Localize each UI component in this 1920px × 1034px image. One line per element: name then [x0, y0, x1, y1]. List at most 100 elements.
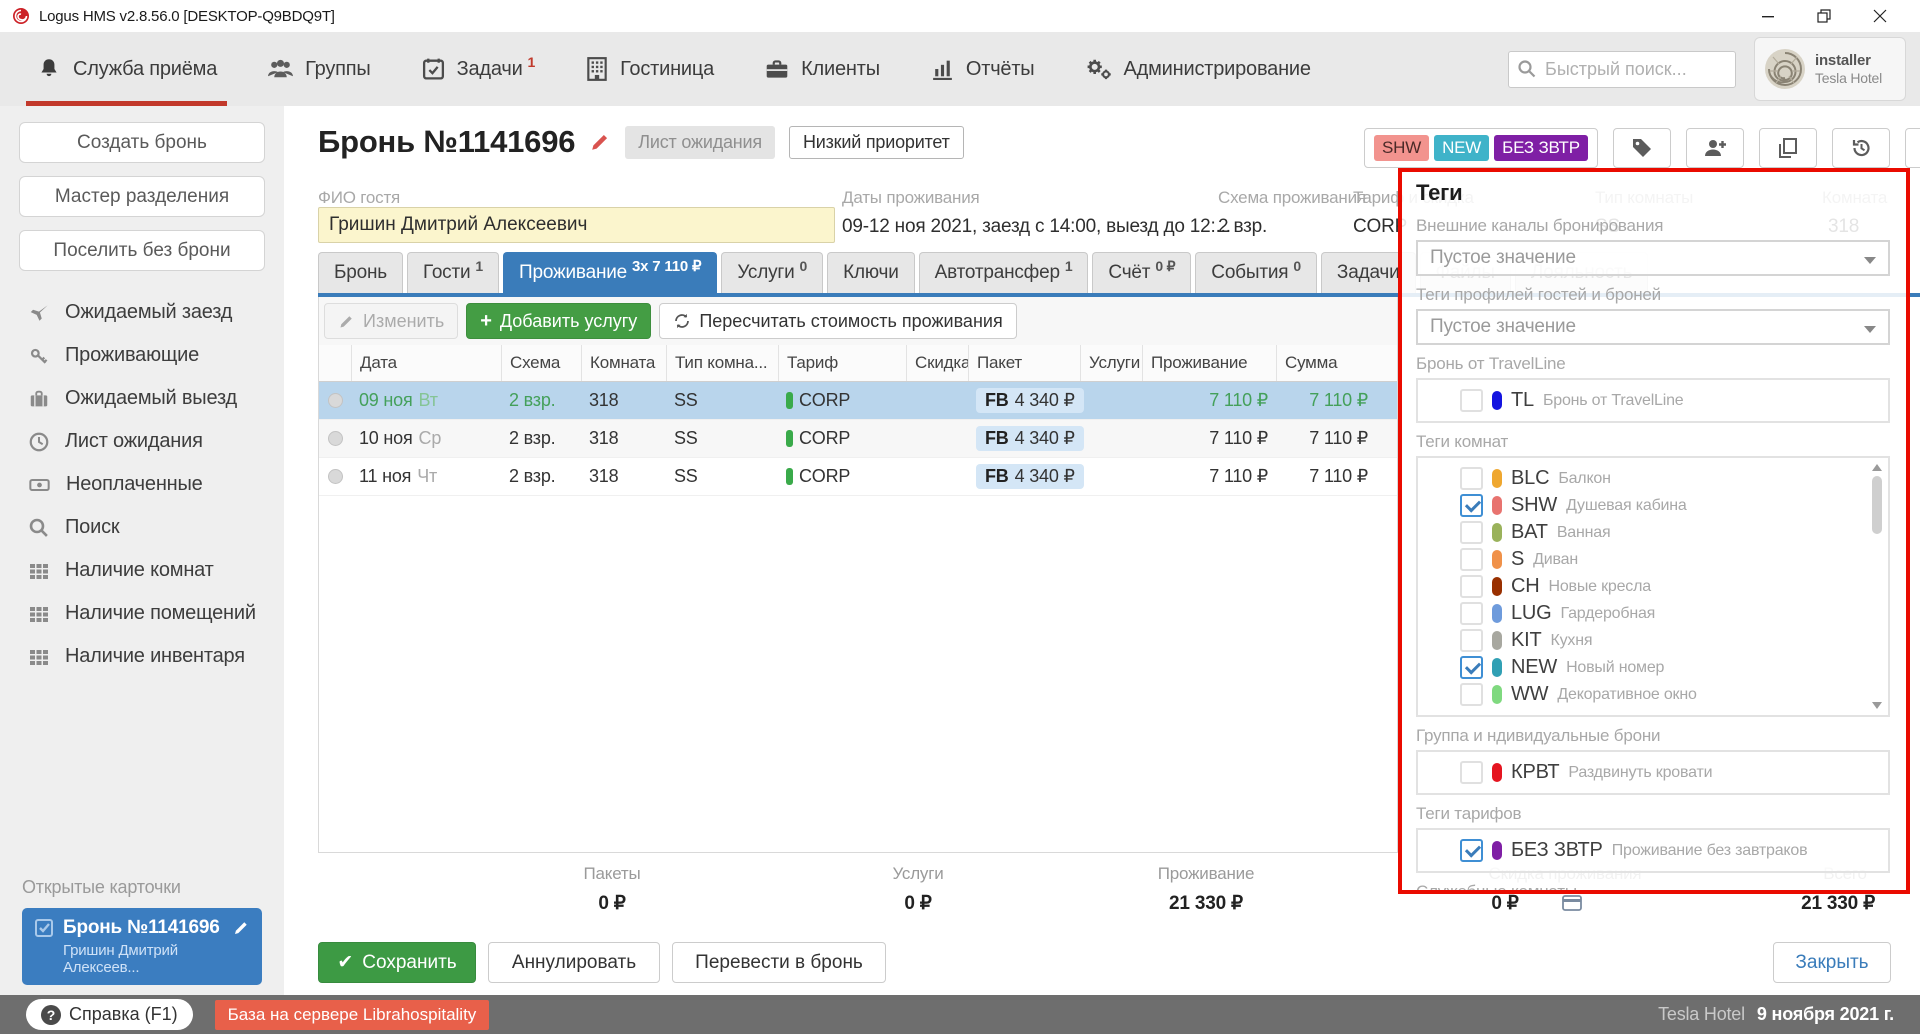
checkbox[interactable]	[1460, 683, 1483, 706]
sidebar-menu: Ожидаемый заезд Проживающие Ожидаемый вы…	[0, 291, 284, 678]
checkin-without-booking-button[interactable]: Поселить без брони	[19, 230, 265, 271]
sidebar-item-expected-arrival[interactable]: Ожидаемый заезд	[0, 291, 284, 334]
sidebar-item-unpaid[interactable]: Неоплаченные	[0, 463, 284, 506]
row-radio[interactable]	[328, 469, 343, 484]
nav-groups[interactable]: Группы	[261, 32, 376, 106]
tag-option-row[interactable]: KIT Кухня	[1418, 627, 1888, 654]
external-channels-select[interactable]: Пустое значение	[1416, 240, 1890, 276]
sidebar-item-room-availability[interactable]: Наличие комнат	[0, 549, 284, 592]
close-panel-button[interactable]: Закрыть	[1773, 942, 1891, 983]
checkbox[interactable]	[1460, 761, 1483, 784]
tag-option-row[interactable]: БЕЗ ЗВТР Проживание без завтраков	[1418, 837, 1888, 864]
copy-booking-button[interactable]	[1759, 128, 1817, 168]
checkbox[interactable]	[1460, 575, 1483, 598]
discount-card-icon[interactable]	[1562, 895, 1582, 911]
tab-events[interactable]: События0	[1195, 252, 1317, 293]
checkbox[interactable]	[1460, 629, 1483, 652]
tab-invoice[interactable]: Счёт0 ₽	[1092, 252, 1191, 293]
col-header[interactable]: Комната	[581, 345, 666, 381]
history-button[interactable]	[1832, 128, 1890, 168]
db-server-button[interactable]: База на сервере Librahospitality	[215, 1000, 490, 1030]
nav-hotel[interactable]: Гостиница	[579, 32, 720, 106]
col-header[interactable]: Сумма	[1276, 345, 1376, 381]
nav-reports[interactable]: Отчёты	[924, 32, 1041, 106]
tag-option-row[interactable]: CH Новые кресла	[1418, 573, 1888, 600]
sidebar-item-inventory-availability[interactable]: Наличие инвентаря	[0, 635, 284, 678]
tab-booking[interactable]: Бронь	[318, 252, 403, 293]
tab-transfer[interactable]: Автотрансфер1	[919, 252, 1089, 293]
add-guest-button[interactable]	[1686, 128, 1744, 168]
create-booking-button[interactable]: Создать бронь	[19, 122, 265, 163]
convert-to-booking-button[interactable]: Перевести в бронь	[672, 942, 886, 983]
sidebar-item-in-house[interactable]: Проживающие	[0, 334, 284, 377]
checkbox[interactable]	[1460, 494, 1483, 517]
tag-option-row[interactable]: NEW Новый номер	[1418, 654, 1888, 681]
sidebar-item-space-availability[interactable]: Наличие помещений	[0, 592, 284, 635]
restore-button[interactable]	[1816, 8, 1832, 24]
row-radio[interactable]	[328, 431, 343, 446]
tag-option-row[interactable]: LUG Гардеробная	[1418, 600, 1888, 627]
split-wizard-button[interactable]: Мастер разделения	[19, 176, 265, 217]
help-button[interactable]: ? Справка (F1)	[26, 999, 193, 1030]
row-radio[interactable]	[328, 393, 343, 408]
guest-name-input[interactable]	[318, 207, 835, 243]
tab-services[interactable]: Услуги0	[721, 252, 823, 293]
table-row[interactable]: 10 нояСр 2 взр. 318 SS CORP FB4 340 ₽ 7 …	[319, 420, 1397, 458]
tag-option-row[interactable]: WW Декоративное окно	[1418, 681, 1888, 708]
nav-tasks[interactable]: Задачи 1	[415, 32, 542, 106]
checkbox[interactable]	[1460, 839, 1483, 862]
edit-tags-button[interactable]	[1613, 128, 1671, 168]
annul-button[interactable]: Аннулировать	[488, 942, 660, 983]
nav-administration[interactable]: Администрирование	[1079, 32, 1317, 106]
tag-option-row[interactable]: КРВТ Раздвинуть кровати	[1418, 759, 1888, 786]
col-header[interactable]: Пакет	[968, 345, 1080, 381]
col-header[interactable]: Тип комна...	[666, 345, 778, 381]
checkbox[interactable]	[1460, 548, 1483, 571]
search-input[interactable]	[1508, 51, 1736, 88]
add-service-button[interactable]: + Добавить услугу	[466, 303, 651, 339]
tag-option-row[interactable]: BAT Ванная	[1418, 519, 1888, 546]
tab-label: Счёт	[1108, 262, 1150, 284]
pencil-icon[interactable]	[232, 919, 250, 937]
checkbox[interactable]	[1460, 389, 1483, 412]
scroll-down-icon[interactable]	[1872, 702, 1882, 709]
minimize-button[interactable]	[1760, 8, 1776, 24]
edit-title-pencil-icon[interactable]	[589, 131, 611, 153]
checkbox[interactable]	[1460, 521, 1483, 544]
sidebar-item-expected-departure[interactable]: Ожидаемый выезд	[0, 377, 284, 420]
sidebar-item-search[interactable]: Поиск	[0, 506, 284, 549]
tag-option-row[interactable]: BLC Балкон	[1418, 465, 1888, 492]
scroll-up-icon[interactable]	[1872, 464, 1882, 471]
tags-summary-button[interactable]: SHW NEW БЕЗ ЗВТР	[1364, 128, 1598, 168]
tag-option-row[interactable]: SHW Душевая кабина	[1418, 492, 1888, 519]
edit-lodging-button[interactable]: Изменить	[324, 303, 458, 339]
recalculate-button[interactable]: Пересчитать стоимость проживания	[659, 303, 1016, 339]
save-button[interactable]: ✔ Сохранить	[318, 942, 476, 983]
col-header[interactable]: Проживание	[1142, 345, 1276, 381]
col-header[interactable]: Скидка	[906, 345, 968, 381]
table-row[interactable]: 11 нояЧт 2 взр. 318 SS CORP FB4 340 ₽ 7 …	[319, 458, 1397, 496]
close-button[interactable]	[1872, 8, 1888, 24]
room-tags-scrollbar[interactable]	[1869, 462, 1885, 711]
scroll-thumb[interactable]	[1872, 476, 1882, 534]
open-card-booking[interactable]: Бронь №1141696 Гришин Дмитрий Алексеев..…	[22, 908, 262, 985]
col-header[interactable]: Услуги	[1080, 345, 1142, 381]
col-header[interactable]: Дата	[351, 345, 501, 381]
profile-tags-select[interactable]: Пустое значение	[1416, 309, 1890, 345]
nav-clients[interactable]: Клиенты	[758, 32, 886, 106]
tab-guests[interactable]: Гости1	[407, 252, 499, 293]
tag-option-row[interactable]: S Диван	[1418, 546, 1888, 573]
tab-keys[interactable]: Ключи	[827, 252, 915, 293]
user-card[interactable]: installer Tesla Hotel	[1754, 37, 1906, 101]
table-row[interactable]: 09 нояВт 2 взр. 318 SS CORP FB4 340 ₽ 7 …	[319, 382, 1397, 420]
nav-front-desk[interactable]: Служба приёма	[30, 32, 223, 106]
col-header[interactable]: Тариф	[778, 345, 906, 381]
tag-option-row[interactable]: TL Бронь от TravelLine	[1418, 387, 1888, 414]
tab-lodging[interactable]: Проживание3x 7 110 ₽	[503, 252, 717, 293]
col-header[interactable]: Схема	[501, 345, 581, 381]
sidebar-item-waiting-list[interactable]: Лист ожидания	[0, 420, 284, 463]
checkbox[interactable]	[1460, 656, 1483, 679]
checkbox[interactable]	[1460, 467, 1483, 490]
print-button[interactable]	[1905, 128, 1920, 168]
checkbox[interactable]	[1460, 602, 1483, 625]
